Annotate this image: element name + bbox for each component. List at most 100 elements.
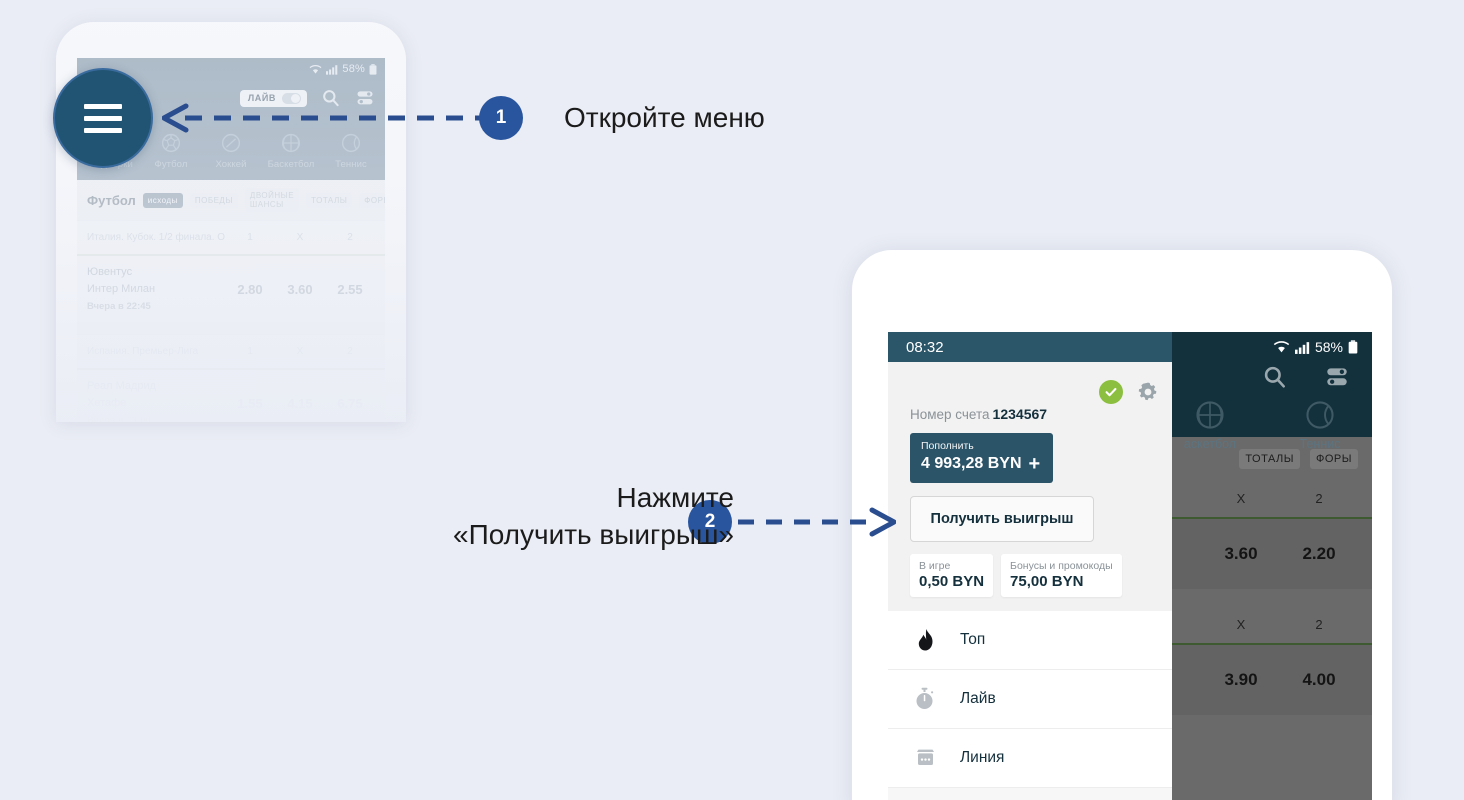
account-number: 1234567 <box>992 406 1048 422</box>
signal-icon <box>326 64 338 75</box>
step-2-text-line-1: Нажмите <box>616 482 735 513</box>
menu-item-label: Линия <box>960 749 1005 766</box>
tab-pobedy[interactable]: ПОБЕДЫ <box>189 192 238 208</box>
phone1-sport-label: Теннис <box>335 159 367 170</box>
menu-item-top[interactable]: Топ <box>888 611 1172 670</box>
step-1-text: Откройте меню <box>564 102 765 133</box>
stat-value: 0,50 BYN <box>919 573 985 590</box>
col-x: X <box>1236 490 1246 506</box>
match-time: Вчера в 22:45 <box>87 301 151 312</box>
phone1-sport-title: Футбол <box>87 192 136 208</box>
account-panel: Номер счета 1234567 Пополнить 4 993,28 BY… <box>888 362 1172 611</box>
col-2: 2 <box>1315 490 1323 506</box>
gear-icon[interactable] <box>1136 380 1160 404</box>
odd-1[interactable]: 2.80 <box>225 282 275 297</box>
menu-item-line[interactable]: Линия <box>888 729 1172 788</box>
step-2-text: Нажмите «Получить выигрыш» <box>330 480 734 554</box>
withdraw-winnings-button[interactable]: Получить выигрыш <box>910 496 1094 542</box>
step-2-arrow <box>738 507 896 537</box>
account-label: Номер счета <box>910 407 990 422</box>
stopwatch-icon <box>912 687 938 711</box>
battery-icon <box>1348 340 1358 354</box>
deposit-amount-row: 4 993,28 BYN + <box>921 454 1042 474</box>
match-teams: Ювентус Интер Милан Вчера в 22:45 <box>87 264 225 314</box>
phone-2-screen: 58% аскетбол Теннис ТОТАЛЫ ФОРЫ X 2 3.60… <box>888 332 1372 800</box>
menu-item-label: Лайв <box>960 690 996 707</box>
phone1-market-tabs: Футбол исходы ПОБЕДЫ ДВОЙНЫЕ ШАНСЫ ТОТАЛ… <box>77 180 385 220</box>
away-team: Хетафе <box>87 396 127 409</box>
page-root: 58% ЛАЙВ Футбол Хоккей Баскетбол Теннис … <box>0 0 1464 800</box>
signal-icon <box>1294 341 1310 354</box>
stat-label: Бонусы и промокоды <box>1010 560 1113 572</box>
odd-1[interactable]: 1.55 <box>225 396 275 411</box>
home-team: Реал Мадрид <box>87 380 157 393</box>
phone1-sport-label: Футбол <box>154 159 188 170</box>
tab-totaly[interactable]: ТОТАЛЫ <box>1239 449 1300 469</box>
tab-fory[interactable]: ФОРЫ <box>359 192 385 208</box>
wifi-icon <box>1273 341 1290 353</box>
odd-2[interactable]: 2.55 <box>325 282 375 297</box>
phone2-bg-sport-label: аскетбол <box>1183 437 1237 451</box>
stat-bonuses[interactable]: Бонусы и промокоды 75,00 BYN <box>1001 554 1122 597</box>
col-1: 1 <box>247 232 253 243</box>
phone2-bg-sport-item[interactable]: аскетбол <box>1172 400 1248 451</box>
phone2-bg-sport-item[interactable]: Теннис <box>1282 400 1358 451</box>
phone-2-frame: 58% аскетбол Теннис ТОТАЛЫ ФОРЫ X 2 3.60… <box>852 250 1392 800</box>
match-row[interactable]: Ювентус Интер Милан Вчера в 22:45 2.80 3… <box>77 254 385 322</box>
odd-2[interactable]: 6.75 <box>325 396 375 411</box>
col-x: X <box>1236 616 1246 632</box>
phone1-battery-label: 58% <box>342 63 365 75</box>
odd-x[interactable]: 4.15 <box>275 396 325 411</box>
odd-2[interactable]: 2.20 <box>1280 544 1358 564</box>
col-1: 1 <box>247 346 253 358</box>
match-teams: Реал Мадрид Хетафе Вчера в 23:00 <box>87 378 225 422</box>
step-1-arrow <box>162 103 492 133</box>
col-2: 2 <box>347 232 353 243</box>
phone2-bg-sport-label: Теннис <box>1299 437 1341 451</box>
balance-amount: 4 993,28 BYN <box>921 455 1022 472</box>
tennis-icon <box>1306 401 1334 429</box>
odd-2[interactable]: 4.00 <box>1280 670 1358 690</box>
phone1-sport-item[interactable]: Хоккей <box>202 130 260 170</box>
phone1-sport-label: Баскетбол <box>267 159 315 170</box>
phone1-sport-item[interactable]: Футбол <box>142 130 200 170</box>
tab-ishody[interactable]: исходы <box>142 192 183 208</box>
away-team: Интер Милан <box>87 282 156 295</box>
navigation-drawer: 08:32 Номер счета 1234567 Пополнить 4 99… <box>888 332 1172 800</box>
odd-x[interactable]: 3.90 <box>1202 670 1280 690</box>
deposit-label: Пополнить <box>921 440 974 452</box>
menu-item-live[interactable]: Лайв <box>888 670 1172 729</box>
clock-label: 08:32 <box>906 338 944 356</box>
odd-x[interactable]: 3.60 <box>1202 544 1280 564</box>
hamburger-icon[interactable] <box>53 68 153 168</box>
drawer-menu: Топ Лайв Линия <box>888 611 1172 788</box>
match-row[interactable]: Реал Мадрид Хетафе Вчера в 23:00 1.55 4.… <box>77 368 385 422</box>
odd-x[interactable]: 3.60 <box>275 282 325 297</box>
stat-in-game[interactable]: В игре 0,50 BYN <box>910 554 994 597</box>
tab-totaly[interactable]: ТОТАЛЫ <box>306 192 353 208</box>
phone1-sport-label: Хоккей <box>215 159 247 170</box>
list-divider <box>77 322 385 335</box>
basketball-icon <box>1196 401 1224 429</box>
stat-label: В игре <box>919 560 951 572</box>
tab-fory[interactable]: ФОРЫ <box>1310 449 1358 469</box>
drawer-status-bar: 08:32 <box>888 332 1172 362</box>
check-circle-icon[interactable] <box>1099 380 1123 404</box>
league-header-row: Италия. Кубок. 1/2 финала. Отв 1 X 2 <box>77 220 385 254</box>
sliders-icon[interactable] <box>1324 364 1350 390</box>
league-name: Испания. Премьер-Лига <box>87 346 199 358</box>
phone1-sport-item[interactable]: Теннис <box>322 130 380 170</box>
account-stats: В игре 0,50 BYN Бонусы и промокоды 75,00… <box>910 554 1172 597</box>
league-header-row: Испания. Премьер-Лига 1 X 2 <box>77 334 385 368</box>
account-icons <box>1099 380 1160 404</box>
tab-dvoynye-shansy[interactable]: ДВОЙНЫЕ ШАНСЫ <box>244 188 300 212</box>
col-2: 2 <box>1315 616 1323 632</box>
search-icon[interactable] <box>1262 364 1288 390</box>
phone1-sport-item[interactable]: Баскетбол <box>262 130 320 170</box>
deposit-button[interactable]: Пополнить 4 993,28 BYN + <box>910 433 1053 483</box>
col-x: X <box>296 346 304 358</box>
home-team: Ювентус <box>87 266 133 278</box>
col-2: 2 <box>347 346 353 358</box>
col-x: X <box>296 232 304 243</box>
match-time: Вчера в 23:00 <box>87 415 151 422</box>
